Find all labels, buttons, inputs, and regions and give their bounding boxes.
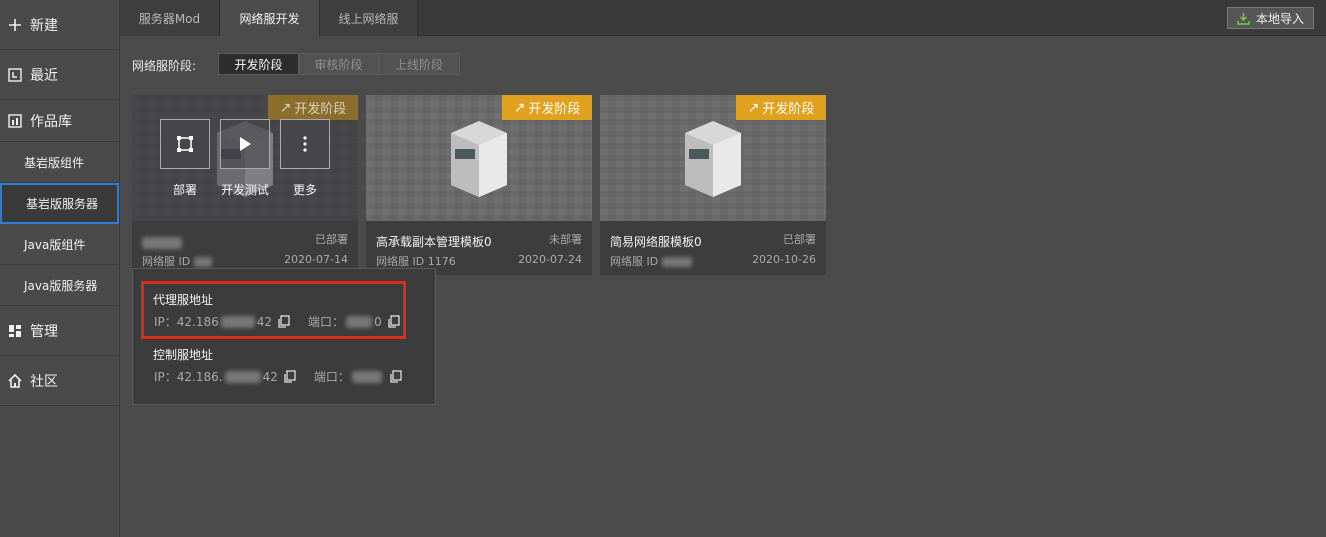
top-tab-bar: 服务器Mod 网络服开发 线上网络服 本地导入 [120, 0, 1326, 36]
redacted-id [193, 257, 212, 267]
stage-option-dev[interactable]: 开发阶段 [219, 54, 299, 74]
sidebar-item-recent[interactable]: 最近 [0, 50, 119, 100]
redacted-name [142, 236, 182, 249]
sidebar-item-java-component[interactable]: Java版组件 [0, 224, 119, 265]
server-date: 2020-10-26 [752, 253, 816, 266]
server-id: 网络服 ID [142, 253, 212, 269]
sidebar-item-community[interactable]: 社区 [0, 356, 119, 406]
sidebar-item-label: Java版组件 [24, 237, 86, 252]
deploy-status: 已部署 [315, 233, 348, 246]
stage-badge: ↗ 开发阶段 [736, 95, 826, 120]
badge-label: 开发阶段 [294, 102, 347, 117]
server-id: 网络服 ID [610, 253, 692, 269]
badge-label: 开发阶段 [528, 102, 581, 117]
library-icon [6, 112, 24, 130]
stage-label: 网络服阶段: [132, 59, 197, 73]
sidebar-item-library[interactable]: 作品库 [0, 100, 119, 142]
server-icon [685, 121, 741, 197]
sidebar-item-label: 新建 [30, 17, 58, 34]
highlight-box [141, 281, 406, 339]
local-import-button[interactable]: 本地导入 [1227, 7, 1314, 29]
deploy-status: 未部署 [549, 233, 582, 246]
control-ip-prefix: IP：42.186. [154, 370, 223, 384]
sidebar-item-bedrock-component[interactable]: 基岩版组件 [0, 142, 119, 183]
server-name: 简易网络服模板0 [610, 235, 702, 249]
sidebar: 新建 最近 作品库 基岩版组件 基岩版服务器 Java版组件 Java版服务器 [0, 0, 120, 537]
app-window: 新建 最近 作品库 基岩版组件 基岩版服务器 Java版组件 Java版服务器 [0, 0, 1326, 537]
badge-label: 开发阶段 [762, 102, 815, 117]
arrow-up-right-icon: ↗ [513, 99, 526, 116]
stage-option-online[interactable]: 上线阶段 [379, 54, 459, 74]
server-card[interactable]: ↗ 开发阶段 部署 开发测试 更多 已部署 网络服 ID 2020-07-14 [132, 95, 358, 275]
arrow-up-right-icon: ↗ [279, 99, 292, 116]
tab-online-network[interactable]: 线上网络服 [320, 0, 418, 36]
server-name [142, 235, 182, 249]
control-address-title: 控制服地址 [153, 348, 214, 362]
copy-icon[interactable] [284, 370, 296, 383]
server-card[interactable]: ↗ 开发阶段 高承载副本管理模板0 未部署 网络服 ID 1176 2020-07… [366, 95, 592, 275]
server-name: 高承载副本管理模板0 [376, 235, 492, 249]
tab-label: 网络服开发 [239, 11, 300, 26]
sidebar-item-label: 基岩版服务器 [26, 197, 99, 211]
sidebar-item-label: 管理 [30, 323, 58, 340]
deploy-status: 已部署 [783, 233, 816, 246]
server-icon [451, 121, 507, 197]
tab-label: 线上网络服 [338, 11, 399, 26]
sidebar-item-java-server[interactable]: Java版服务器 [0, 265, 119, 306]
home-icon [6, 372, 24, 390]
deploy-button[interactable] [160, 119, 210, 169]
tab-network-dev[interactable]: 网络服开发 [220, 0, 320, 36]
server-date: 2020-07-14 [284, 253, 348, 266]
dashboard-icon [6, 322, 24, 340]
redacted-ip [224, 370, 261, 383]
sidebar-item-manage[interactable]: 管理 [0, 306, 119, 356]
sidebar-item-new[interactable]: 新建 [0, 0, 119, 50]
plus-icon [6, 16, 24, 34]
sidebar-item-label: 基岩版组件 [24, 155, 85, 170]
card-info: 已部署 网络服 ID 2020-07-14 [132, 221, 358, 275]
server-date: 2020-07-24 [518, 253, 582, 266]
stage-selector: 开发阶段 审核阶段 上线阶段 [218, 53, 460, 75]
server-card[interactable]: ↗ 开发阶段 简易网络服模板0 已部署 网络服 ID 2020-10-26 [600, 95, 826, 275]
copy-icon[interactable] [390, 370, 402, 383]
redacted-id [661, 257, 692, 267]
sidebar-item-bedrock-server[interactable]: 基岩版服务器 [0, 183, 119, 224]
sidebar-item-label: Java版服务器 [24, 278, 98, 293]
arrow-up-right-icon: ↗ [747, 99, 760, 116]
redacted-port [351, 370, 382, 383]
stage-badge: ↗ 开发阶段 [268, 95, 358, 120]
play-icon [240, 137, 251, 151]
more-vertical-icon [303, 136, 307, 152]
more-label: 更多 [292, 183, 317, 197]
control-port-label: 端口： [313, 370, 350, 384]
deploy-icon [177, 136, 193, 152]
sidebar-item-label: 社区 [30, 373, 58, 390]
sidebar-item-label: 作品库 [30, 113, 72, 130]
control-address-row: IP：42.186. 42 端口： [154, 368, 402, 385]
stage-option-review[interactable]: 审核阶段 [299, 54, 379, 74]
server-id: 网络服 ID 1176 [376, 255, 456, 268]
clock-icon [6, 66, 24, 84]
import-label: 本地导入 [1255, 11, 1304, 26]
more-button[interactable] [280, 119, 330, 169]
sidebar-item-label: 最近 [30, 67, 58, 84]
dev-test-button[interactable] [220, 119, 270, 169]
card-info: 简易网络服模板0 已部署 网络服 ID 2020-10-26 [600, 221, 826, 275]
control-ip-suffix: 42 [262, 369, 278, 384]
card-info: 高承载副本管理模板0 未部署 网络服 ID 1176 2020-07-24 [366, 221, 592, 275]
tab-server-mod[interactable]: 服务器Mod [120, 0, 220, 36]
tab-label: 服务器Mod [138, 11, 201, 26]
stage-badge: ↗ 开发阶段 [502, 95, 592, 120]
download-icon [1237, 12, 1250, 25]
